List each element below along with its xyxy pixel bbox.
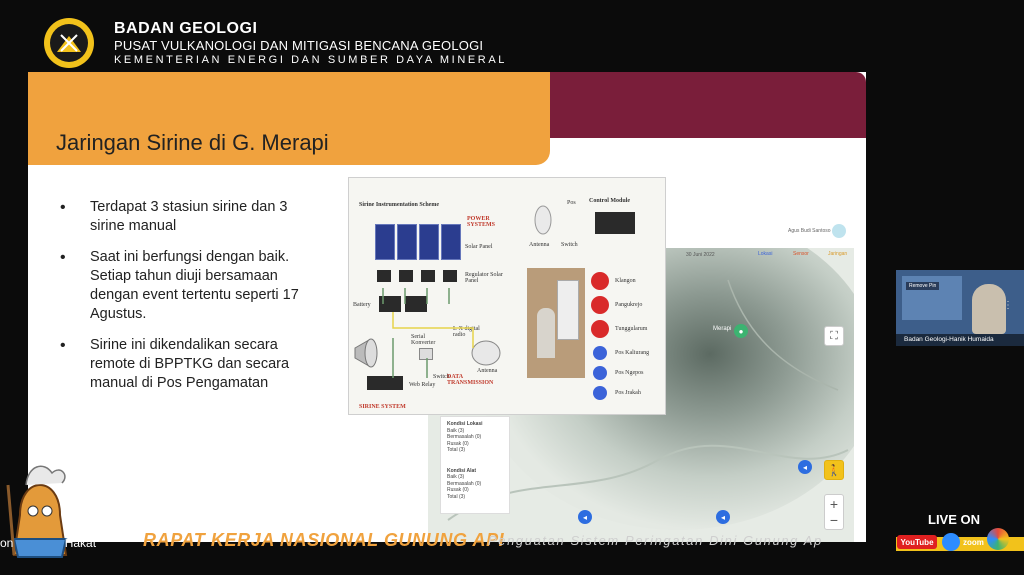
ticker-left-text: on Hakat	[0, 536, 96, 550]
org-ministry: KEMENTERIAN ENERGI DAN SUMBER DAYA MINER…	[114, 54, 508, 66]
siren-station-label: Pangukrejo	[615, 302, 643, 308]
live-on-label: LIVE ON	[928, 512, 981, 527]
map-marker[interactable]: ◂	[716, 510, 730, 524]
antenna-icon	[534, 205, 552, 235]
wiring-lines	[382, 288, 474, 378]
post-label: Pos Jrakah	[615, 390, 641, 396]
event-subtitle: Penguatan Sistem Peringatan Dini Gunung …	[488, 533, 823, 548]
zoom-controls: + −	[824, 494, 844, 530]
ticker-fragment: Hakat	[64, 536, 97, 550]
red-siren-marker	[591, 272, 609, 290]
blue-post-marker	[593, 346, 607, 360]
user-avatar[interactable]	[832, 224, 846, 238]
participant-avatar	[972, 284, 1006, 334]
fullscreen-button[interactable]: ⛶	[824, 326, 844, 346]
channel-logo-icon	[987, 528, 1009, 550]
post-label: Pos Ngepos	[615, 370, 644, 376]
siren-scheme-image: Sirine Instrumentation Scheme POWER SYST…	[348, 177, 666, 415]
thumb-slide-preview: Remove Pin	[902, 276, 962, 320]
bullet-item: Sirine ini dikendalikan secara remote di…	[58, 336, 308, 393]
org-name: BADAN GEOLOGI	[114, 20, 258, 37]
map-marker[interactable]: ◂	[578, 510, 592, 524]
operator-photo	[527, 268, 585, 378]
map-marker[interactable]: ◂	[798, 460, 812, 474]
red-siren-marker	[591, 320, 609, 338]
map-user-name: Agus Budi Santoso	[788, 228, 831, 234]
street-view-icon[interactable]: 🚶	[824, 460, 844, 480]
map-marker[interactable]: ●	[734, 324, 748, 338]
scheme-power-label: POWER SYSTEMS	[467, 216, 496, 228]
ticker-fragment: on	[0, 536, 14, 550]
scheme-title: Sirine Instrumentation Scheme	[359, 202, 439, 208]
hammer-mountain-icon	[57, 34, 81, 52]
filter-sensor[interactable]: Sensor	[793, 251, 809, 257]
stream-screen: BADAN GEOLOGI PUSAT VULKANOLOGI DAN MITI…	[0, 0, 1024, 575]
participant-name: Badan Geologi-Hanik Humaida	[896, 334, 1024, 346]
blue-post-marker	[593, 386, 607, 400]
status-legend-panel: Kondisi Lokasi Baik (3) Bermasalah (0) R…	[440, 416, 510, 514]
control-module-icon	[595, 212, 635, 234]
legend-item: Total (3)	[447, 493, 466, 500]
map-date: 30 Juni 2022	[686, 252, 715, 258]
mountain-label: Merapi	[713, 326, 732, 332]
scheme-switch-label-2: Switch	[561, 242, 578, 248]
badan-geologi-logo	[44, 18, 94, 68]
bullet-item: Terdapat 3 stasiun sirine dan 3 sirine m…	[58, 198, 308, 236]
blue-post-marker	[593, 366, 607, 380]
logo-emblem-icon	[50, 24, 88, 62]
zoom-out-button[interactable]: −	[830, 512, 838, 528]
filter-lokasi[interactable]: Lokasi	[758, 251, 772, 257]
post-label: Pos Kaliurang	[615, 350, 650, 356]
presentation-slide: Jaringan Sirine di G. Merapi Terdapat 3 …	[28, 72, 866, 542]
bullet-item: Saat ini berfungsi dengan baik. Setiap t…	[58, 248, 308, 324]
red-siren-marker	[591, 296, 609, 314]
organization-header: BADAN GEOLOGI PUSAT VULKANOLOGI DAN MITI…	[114, 20, 507, 67]
zoom-label: zoom	[963, 538, 984, 547]
slide-title: Jaringan Sirine di G. Merapi	[56, 130, 329, 155]
remove-pin-button[interactable]: Remove Pin	[906, 282, 940, 290]
more-options-icon[interactable]: ⋮	[1003, 300, 1013, 311]
filter-jaringan[interactable]: Jaringan	[828, 251, 847, 257]
scheme-pos-label: Pos	[567, 200, 576, 206]
scheme-control-label: Control Module	[589, 198, 631, 204]
scheme-antenna-label-2: Antenna	[529, 242, 550, 248]
zoom-in-button[interactable]: +	[830, 496, 838, 512]
org-division: PUSAT VULKANOLOGI DAN MITIGASI BENCANA G…	[114, 38, 484, 53]
youtube-logo-icon: YouTube	[897, 535, 937, 549]
scheme-system-label: SIRINE SYSTEM	[359, 404, 406, 410]
zoom-logo-icon	[942, 533, 960, 551]
bullet-list: Terdapat 3 stasiun sirine dan 3 sirine m…	[58, 198, 308, 405]
siren-station-label: Klangon	[615, 278, 636, 284]
event-title: RAPAT KERJA NASIONAL GUNUNG API	[143, 530, 505, 550]
siren-station-label: Tunggularum	[615, 326, 648, 332]
